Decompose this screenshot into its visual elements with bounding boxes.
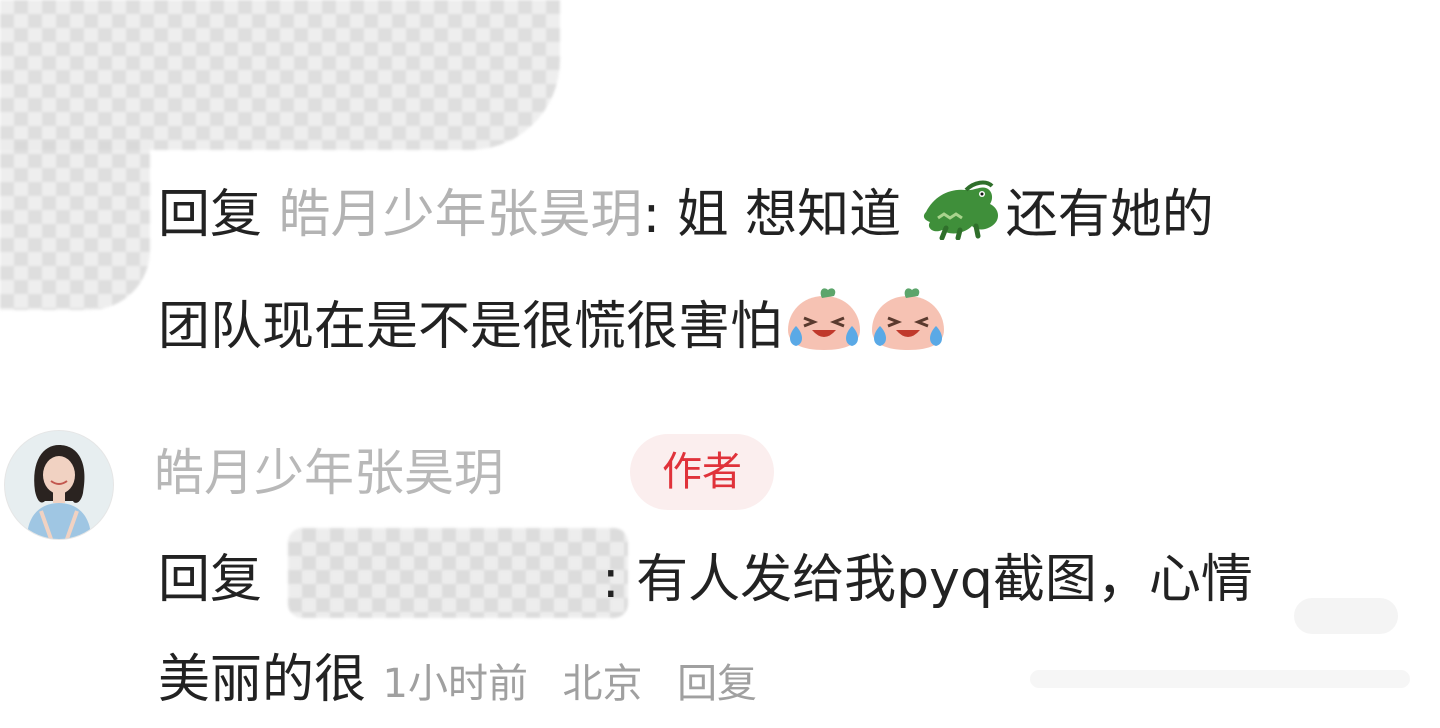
reply-prefix: 回复 <box>158 185 263 245</box>
crying-laugh-emoji <box>868 286 948 367</box>
watermark <box>1030 670 1410 688</box>
redacted-area <box>0 0 560 150</box>
author-reply-line-2: 美丽的很 1小时前 北京 回复 <box>158 648 757 716</box>
redacted-area <box>0 140 150 310</box>
author-username[interactable]: 皓月少年张昊玥 <box>154 442 504 504</box>
comment-text: : 姐 想知道 <box>642 185 902 245</box>
comment-text: 美丽的很 <box>158 650 367 710</box>
comment-text-line-2: 团队现在是不是很慌很害怕 <box>158 286 950 367</box>
crying-laugh-emoji <box>784 286 864 367</box>
crocodile-emoji <box>920 178 1004 255</box>
comment-text: 还有她的 <box>1005 185 1214 245</box>
comment-text-line-1: 回复 皓月少年张昊玥: 姐 想知道 还有她的 <box>158 178 1214 255</box>
comment-location: 北京 <box>562 661 643 707</box>
avatar[interactable] <box>4 430 114 540</box>
comment-thread: 回复 皓月少年张昊玥: 姐 想知道 还有她的 团队现在是不是很慌很害怕 皓月少年… <box>0 0 1440 728</box>
reply-button[interactable]: 回复 <box>677 661 757 707</box>
mention-username[interactable]: 皓月少年张昊玥 <box>279 185 643 245</box>
comment-text: 团队现在是不是很慌很害怕 <box>158 297 783 357</box>
author-reply-line-1: 回复 : 有人发给我pyq截图，心情 <box>158 548 1253 612</box>
reply-prefix: 回复 <box>158 550 263 610</box>
watermark <box>1294 598 1398 634</box>
comment-time: 1小时前 <box>382 661 528 707</box>
author-badge: 作者 <box>630 434 774 510</box>
comment-text: : 有人发给我pyq截图，心情 <box>602 550 1253 610</box>
